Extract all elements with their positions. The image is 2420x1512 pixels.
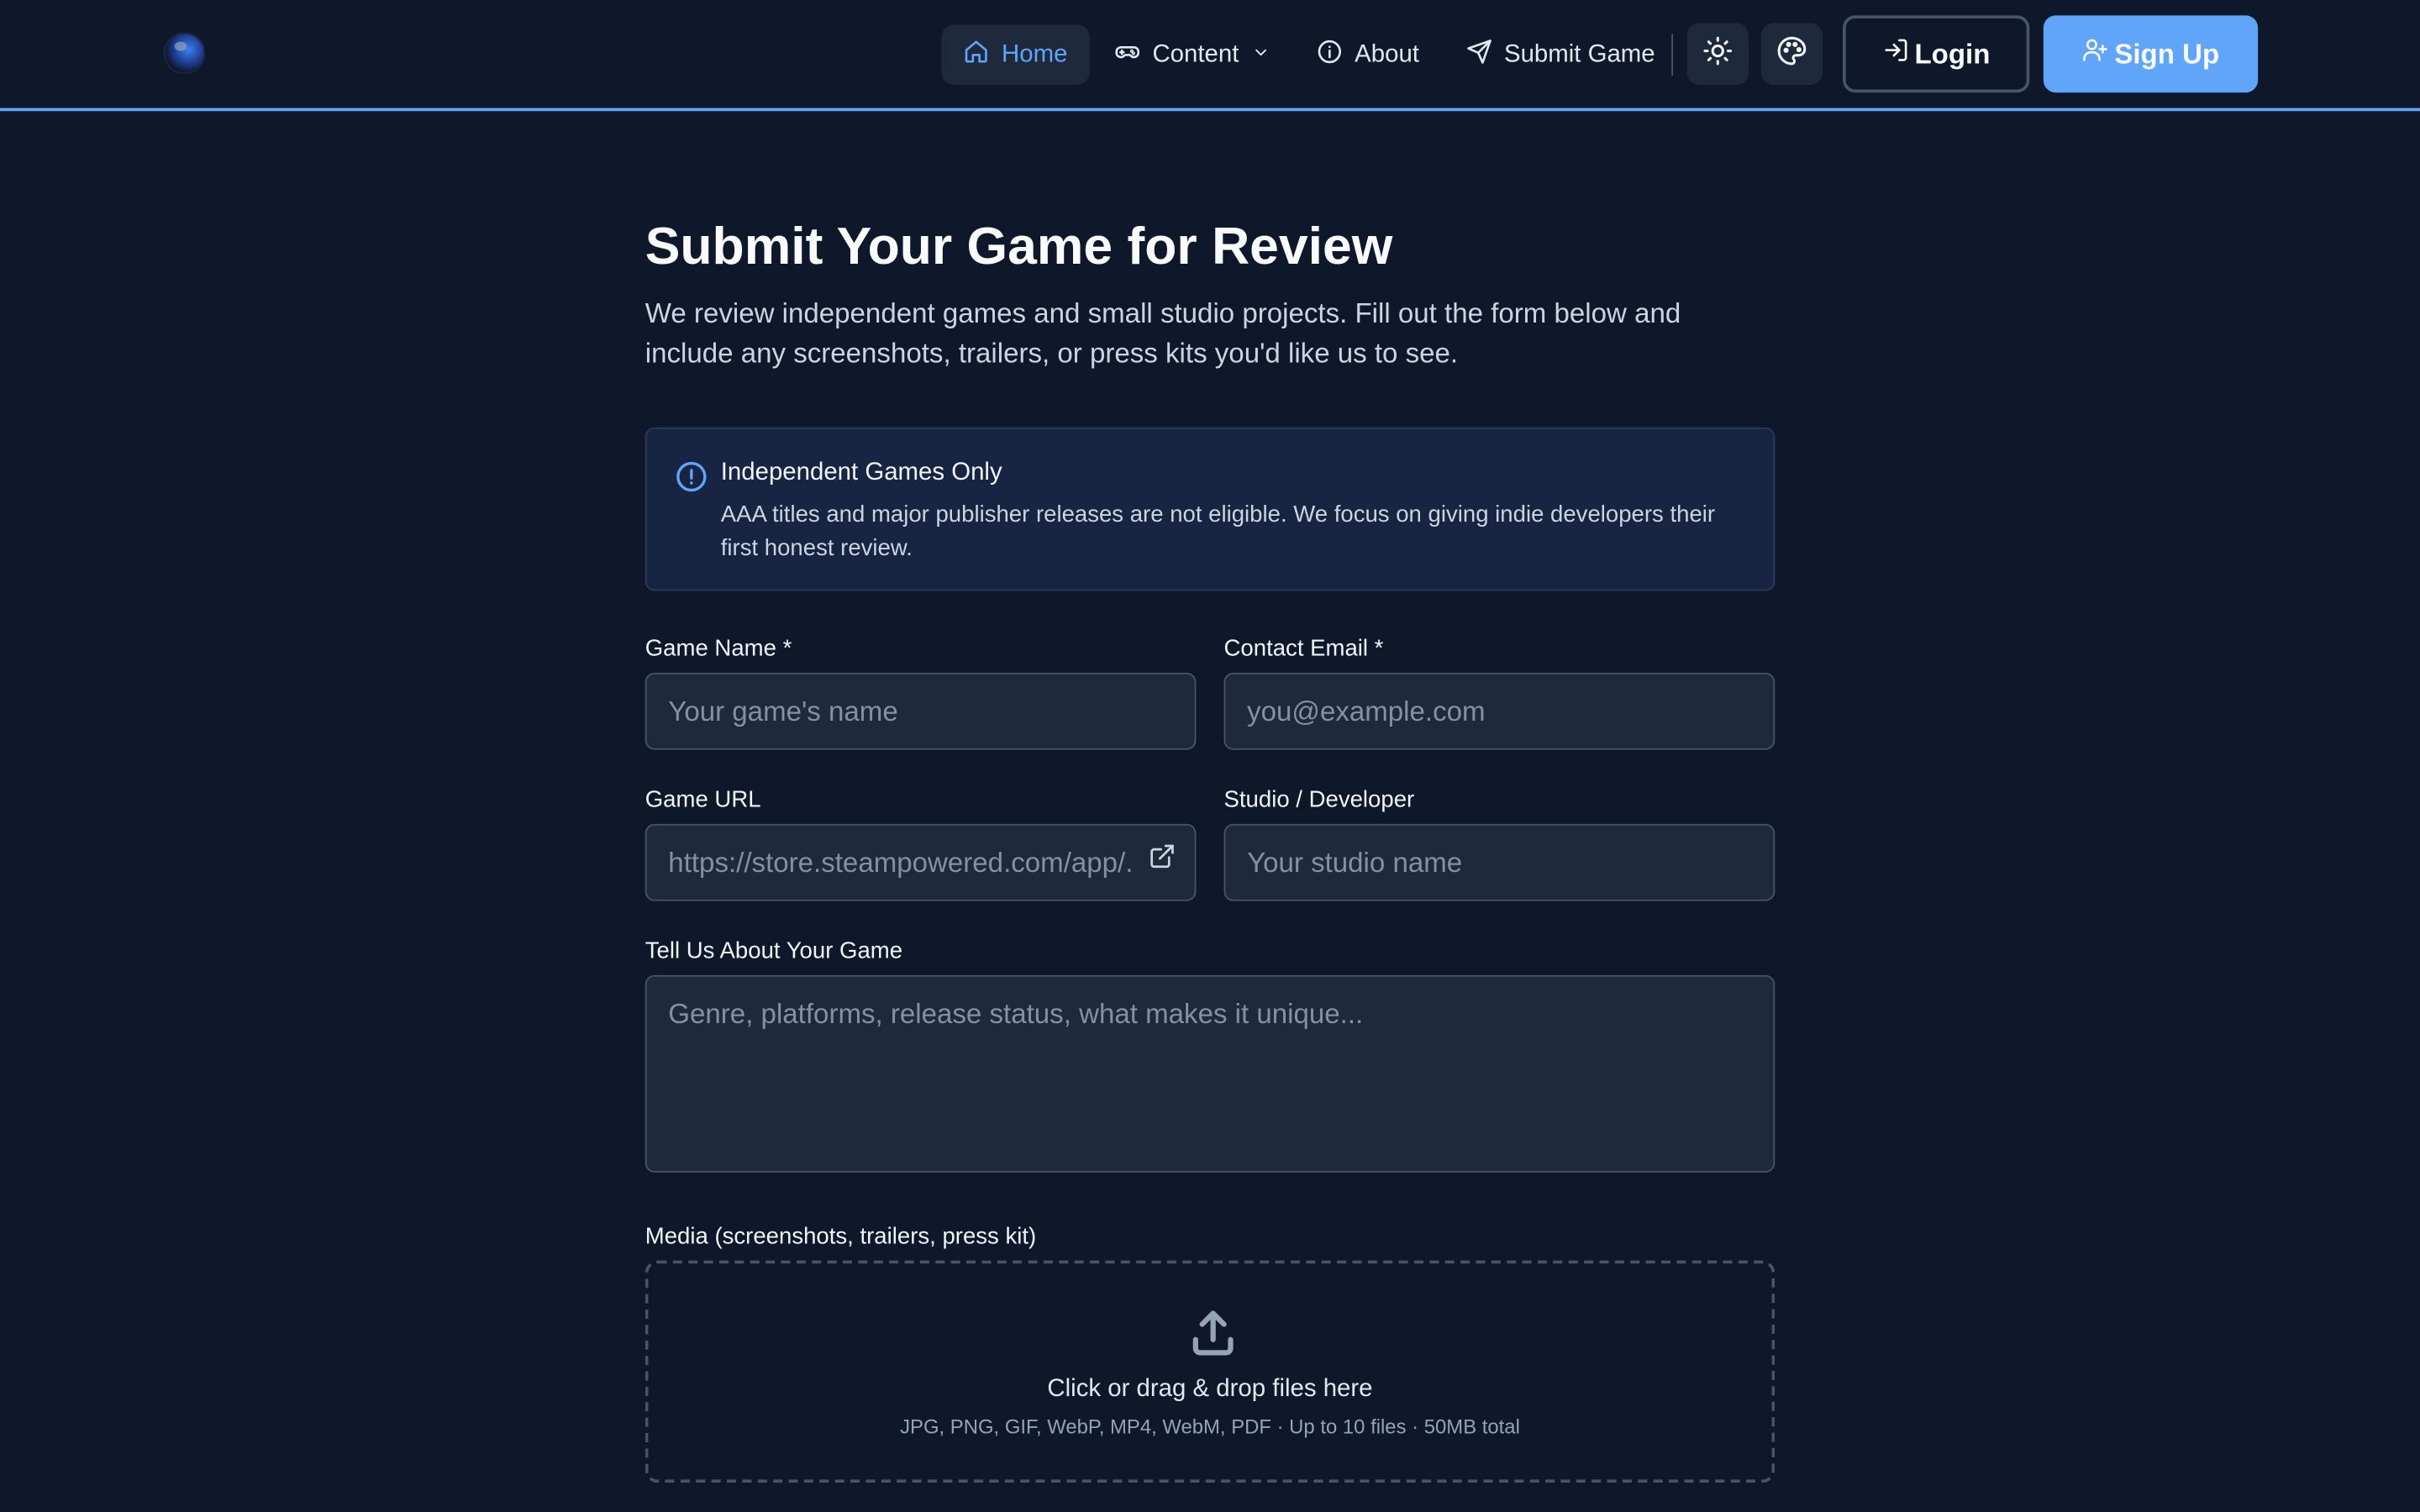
nav-divider [1671,34,1674,76]
palette-button[interactable] [1760,23,1823,86]
nav-item-about[interactable]: About [1295,24,1441,85]
palette-icon [1776,34,1807,73]
game-name-label: Game Name * [644,635,792,662]
notice-body: AAA titles and major publisher releases … [720,501,1716,562]
external-link-icon[interactable] [1149,843,1176,870]
nav-item-content[interactable]: Content [1092,24,1292,85]
alert-circle-icon [675,459,708,493]
page-description: We review independent games and small st… [644,297,1681,369]
eligibility-notice: Independent Games Only AAA titles and ma… [644,427,1776,591]
about-game-textarea[interactable] [644,974,1776,1173]
nav-item-label: About [1355,40,1419,67]
top-navigation-bar: Home Content About Submit Game Login Sig… [0,0,2420,112]
log-in-icon [1882,37,1908,71]
main-nav: Home Content About Submit Game [941,24,1680,86]
game-name-input[interactable] [644,672,1197,750]
gamepad-icon [1114,38,1140,71]
about-game-label: Tell Us About Your Game [644,937,903,964]
user-plus-icon [2082,37,2108,71]
nav-item-label: Content [1152,40,1239,67]
upload-icon [1186,1307,1239,1359]
submit-game-form-section: Submit Your Game for Review We review in… [644,216,1776,1483]
game-url-input[interactable] [644,823,1197,901]
page: Home Content About Submit Game Login Sig… [0,0,2420,1512]
theme-toggle-button[interactable] [1686,23,1749,86]
media-label: Media (screenshots, trailers, press kit) [644,1223,1037,1250]
dropzone-hint: JPG, PNG, GIF, WebP, MP4, WebM, PDF · Up… [900,1415,1520,1438]
nav-item-label: Submit Game [1503,40,1655,67]
page-title: Submit Your Game for Review [644,217,1393,276]
site-logo[interactable] [165,34,204,73]
dropzone-text: Click or drag & drop files here [1047,1376,1373,1403]
studio-label: Studio / Developer [1223,786,1415,813]
login-button[interactable]: Login [1843,15,2030,93]
chevron-down-icon [1251,41,1270,69]
contact-email-label: Contact Email * [1223,635,1384,662]
sign-up-button[interactable]: Sign Up [2043,15,2259,93]
game-url-label: Game URL [644,786,761,813]
nav-item-submit-game[interactable]: Submit Game [1444,24,1676,85]
contact-email-input[interactable] [1223,672,1776,750]
home-icon [963,38,989,71]
nav-item-label: Home [1002,40,1068,67]
sun-icon [1702,34,1733,73]
login-label: Login [1914,37,1991,69]
nav-item-home[interactable]: Home [941,24,1090,86]
info-icon [1316,38,1342,71]
send-icon [1465,38,1491,71]
media-dropzone[interactable]: Click or drag & drop files here JPG, PNG… [644,1260,1776,1483]
sign-up-label: Sign Up [2114,37,2220,69]
notice-title: Independent Games Only [720,459,1002,486]
studio-input[interactable] [1223,823,1776,901]
